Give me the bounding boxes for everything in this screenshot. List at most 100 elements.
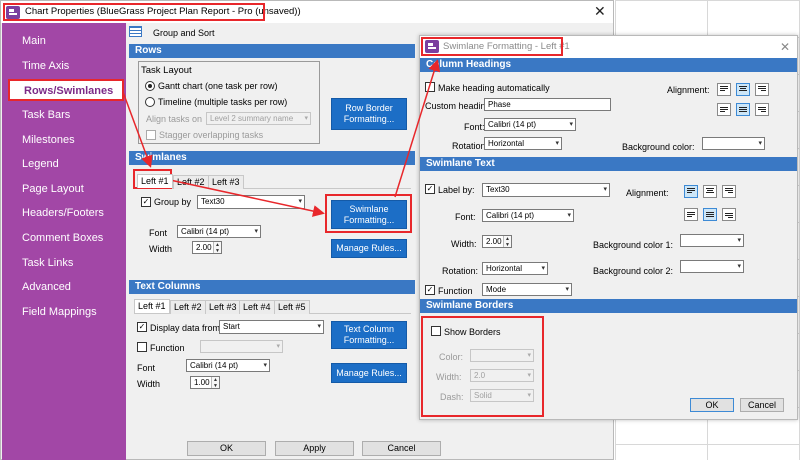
text-rotation-select[interactable]: Horizontal ▾ bbox=[482, 262, 548, 275]
heading-font-label: Font: bbox=[464, 122, 485, 132]
heading-bg-select[interactable]: ▾ bbox=[702, 137, 765, 150]
sidebar-item-task-links[interactable]: Task Links bbox=[22, 257, 73, 269]
heading-font-value: Calibri (14 pt) bbox=[488, 120, 537, 129]
text-column-font-select[interactable]: Calibri (14 pt) ▾ bbox=[186, 359, 270, 372]
timeline-radio[interactable] bbox=[145, 97, 155, 107]
swimlane-tab-left-1[interactable]: Left #1 bbox=[137, 174, 173, 188]
swimlane-manage-rules-button[interactable]: Manage Rules... bbox=[331, 239, 407, 258]
stagger-checkbox[interactable] bbox=[146, 130, 156, 140]
sidebar-item-task-bars[interactable]: Task Bars bbox=[22, 109, 70, 121]
align-top-left-icon[interactable] bbox=[717, 83, 731, 96]
text-align-top-right-icon[interactable] bbox=[722, 185, 736, 198]
sidebar-item-milestones[interactable]: Milestones bbox=[22, 134, 75, 146]
column-headings-header: Column Headings bbox=[420, 58, 797, 72]
chevron-down-icon: ▾ bbox=[565, 286, 569, 293]
chevron-down-icon: ▾ bbox=[527, 352, 531, 359]
border-dash-select[interactable]: Solid ▾ bbox=[470, 389, 534, 402]
sidebar-item-rows-swimlanes[interactable]: Rows/Swimlanes bbox=[8, 79, 124, 101]
display-data-checkbox[interactable]: ✓ bbox=[137, 322, 147, 332]
text-width-input[interactable]: 2.00 ▲ ▼ bbox=[482, 235, 512, 248]
sidebar-item-headers-footers[interactable]: Headers/Footers bbox=[22, 207, 104, 219]
make-heading-checkbox[interactable] bbox=[425, 82, 435, 92]
gantt-radio[interactable] bbox=[145, 81, 155, 91]
align-middle-center-icon[interactable] bbox=[736, 103, 750, 116]
text-column-formatting-button[interactable]: Text Column Formatting... bbox=[331, 321, 407, 349]
chevron-down-icon: ▾ bbox=[298, 198, 302, 205]
text-align-middle-right-icon[interactable] bbox=[722, 208, 736, 221]
swimlane-width-input[interactable]: 2.00 ▲ ▼ bbox=[192, 241, 222, 254]
align-top-center-icon[interactable] bbox=[736, 83, 750, 96]
text-column-tab-left-1[interactable]: Left #1 bbox=[134, 299, 170, 313]
apply-button[interactable]: Apply bbox=[275, 441, 354, 456]
text-column-tab-left-5[interactable]: Left #5 bbox=[274, 300, 310, 314]
sidebar-item-legend[interactable]: Legend bbox=[22, 158, 59, 170]
spinner-icon[interactable]: ▲ ▼ bbox=[213, 242, 221, 253]
group-sort-label[interactable]: Group and Sort bbox=[153, 28, 215, 38]
chevron-down-icon: ▾ bbox=[567, 212, 571, 219]
group-by-checkbox[interactable]: ✓ bbox=[141, 197, 151, 207]
function-select-dialog[interactable]: Mode ▾ bbox=[482, 283, 572, 296]
sidebar-item-advanced[interactable]: Advanced bbox=[22, 281, 71, 293]
text-font-select[interactable]: Calibri (14 pt) ▾ bbox=[482, 209, 574, 222]
swimlane-tab-left-2[interactable]: Left #2 bbox=[173, 175, 209, 189]
sidebar-item-page-layout[interactable]: Page Layout bbox=[22, 183, 84, 195]
text-align-middle-left-icon[interactable] bbox=[684, 208, 698, 221]
spinner-icon[interactable]: ▲ ▼ bbox=[503, 236, 511, 247]
heading-rotation-select[interactable]: Horizontal ▾ bbox=[484, 137, 562, 150]
label-by-checkbox[interactable]: ✓ bbox=[425, 184, 435, 194]
align-tasks-select[interactable]: Level 2 summary name ▾ bbox=[206, 112, 311, 125]
dialog-cancel-button[interactable]: Cancel bbox=[740, 398, 784, 412]
text-font-label: Font: bbox=[455, 212, 476, 222]
text-column-manage-rules-button[interactable]: Manage Rules... bbox=[331, 363, 407, 383]
function-checkbox-dialog[interactable]: ✓ bbox=[425, 285, 435, 295]
spinner-icon[interactable]: ▲ ▼ bbox=[211, 377, 219, 388]
close-icon[interactable]: ✕ bbox=[594, 5, 606, 19]
group-by-select[interactable]: Text30 ▾ bbox=[197, 195, 305, 209]
text-column-width-input[interactable]: 1.00 ▲ ▼ bbox=[190, 376, 220, 389]
bg-color-1-label: Background color 1: bbox=[593, 240, 674, 250]
sidebar-item-time-axis[interactable]: Time Axis bbox=[22, 60, 69, 72]
function-value-dialog: Mode bbox=[486, 285, 507, 294]
swimlane-tab-left-3[interactable]: Left #3 bbox=[208, 175, 244, 189]
text-column-tab-left-4[interactable]: Left #4 bbox=[239, 300, 275, 314]
text-align-top-left-icon[interactable] bbox=[684, 185, 698, 198]
dialog-ok-button[interactable]: OK bbox=[690, 398, 734, 412]
heading-alignment-label: Alignment: bbox=[667, 85, 710, 95]
align-middle-left-icon[interactable] bbox=[717, 103, 731, 116]
ok-button[interactable]: OK bbox=[187, 441, 266, 456]
sidebar-item-comment-boxes[interactable]: Comment Boxes bbox=[22, 232, 103, 244]
chevron-down-icon: ▾ bbox=[603, 186, 607, 193]
dialog-close-icon[interactable]: ✕ bbox=[780, 40, 790, 54]
display-data-select[interactable]: Start ▾ bbox=[219, 320, 324, 334]
bg-color-2-select[interactable]: ▾ bbox=[680, 260, 744, 273]
border-color-select[interactable]: ▾ bbox=[470, 349, 534, 362]
bg-color-1-select[interactable]: ▾ bbox=[680, 234, 744, 247]
cancel-button[interactable]: Cancel bbox=[362, 441, 441, 456]
border-dash-label: Dash: bbox=[440, 392, 464, 402]
border-width-select[interactable]: 2.0 ▾ bbox=[470, 369, 534, 382]
sidebar-item-field-mappings[interactable]: Field Mappings bbox=[22, 306, 97, 318]
text-column-manage-rules-label: Manage Rules... bbox=[336, 367, 402, 378]
sidebar-item-main[interactable]: Main bbox=[22, 35, 46, 47]
text-align-middle-center-icon[interactable] bbox=[703, 208, 717, 221]
text-column-tab-left-3[interactable]: Left #3 bbox=[205, 300, 241, 314]
swimlane-formatting-button[interactable]: Swimlane Formatting... bbox=[331, 200, 407, 229]
heading-font-select[interactable]: Calibri (14 pt) ▾ bbox=[484, 118, 576, 131]
grid-icon bbox=[129, 26, 142, 37]
label-by-select[interactable]: Text30 ▾ bbox=[482, 183, 610, 197]
text-align-top-center-icon[interactable] bbox=[703, 185, 717, 198]
bg-color-2-label: Background color 2: bbox=[593, 266, 674, 276]
app-icon bbox=[425, 40, 439, 53]
custom-heading-input[interactable]: Phase bbox=[484, 98, 611, 111]
text-column-tab-left-2[interactable]: Left #2 bbox=[170, 300, 206, 314]
show-borders-checkbox[interactable] bbox=[431, 326, 441, 336]
align-top-right-icon[interactable] bbox=[755, 83, 769, 96]
chevron-down-icon: ▾ bbox=[304, 115, 308, 122]
row-border-formatting-button[interactable]: Row Border Formatting... bbox=[331, 98, 407, 130]
align-middle-right-icon[interactable] bbox=[755, 103, 769, 116]
chevron-down-icon: ▾ bbox=[758, 140, 762, 147]
rows-section-header: Rows bbox=[129, 44, 415, 58]
swimlane-font-select[interactable]: Calibri (14 pt) ▾ bbox=[177, 225, 261, 238]
function-select[interactable]: ▾ bbox=[200, 340, 283, 353]
function-checkbox[interactable] bbox=[137, 342, 147, 352]
